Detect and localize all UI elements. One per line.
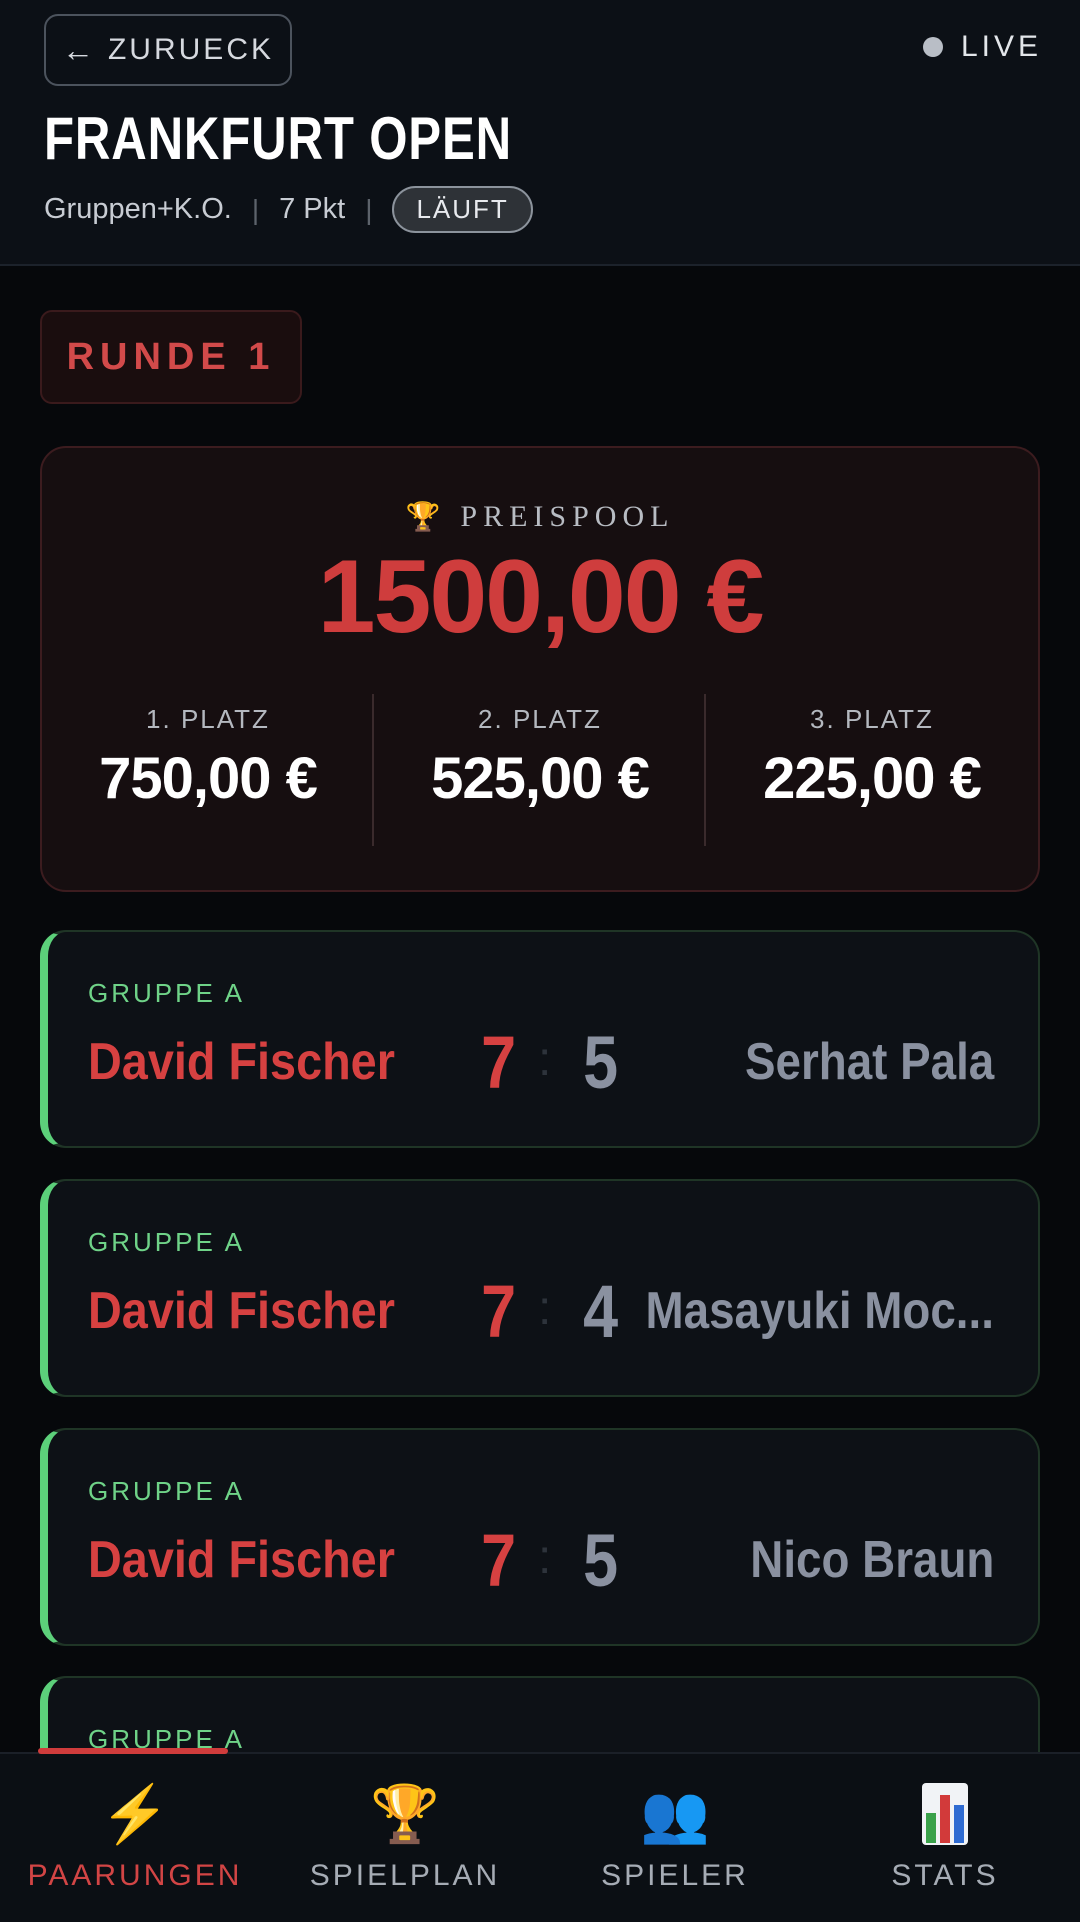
top-header: ← ZURUECK LIVE FRANKFURT OPEN Gruppen+K.… — [0, 0, 1080, 266]
place-1: 1. PLATZ 750,00 € — [42, 690, 374, 850]
nav-label: SPIELPLAN — [309, 1859, 501, 1892]
score-right: 5 — [583, 1021, 619, 1104]
bar-chart-icon — [922, 1783, 968, 1845]
score-separator: : — [538, 1282, 552, 1335]
tournament-meta: Gruppen+K.O. | 7 Pkt | LÄUFT — [44, 186, 533, 233]
active-tab-indicator — [38, 1748, 228, 1754]
nav-tab-paarungen[interactable]: ⚡ PAARUNGEN — [0, 1754, 270, 1922]
live-label: LIVE — [960, 30, 1042, 63]
group-label: GRUPPE A — [88, 1476, 245, 1506]
player-left: David Fischer — [88, 1531, 395, 1589]
place-amount: 750,00 € — [99, 746, 318, 811]
match-card[interactable]: GRUPPE A David Fischer 7 : 5 Nico Braun — [40, 1428, 1040, 1646]
prize-pool-label: PREISPOOL — [460, 500, 675, 533]
player-left: David Fischer — [88, 1033, 395, 1091]
round-selector-button[interactable]: RUNDE 1 — [40, 310, 302, 404]
score-separator: : — [538, 1033, 552, 1086]
nav-tab-spieler[interactable]: 👥 SPIELER — [540, 1754, 810, 1922]
nav-label: SPIELER — [601, 1859, 749, 1892]
nav-tab-stats[interactable]: STATS — [810, 1754, 1080, 1922]
score-separator: : — [538, 1531, 552, 1584]
prize-pool-card: 🏆 PREISPOOL 1500,00 € 1. PLATZ 750,00 € … — [40, 446, 1040, 892]
people-icon: 👥 — [640, 1782, 710, 1845]
live-dot-icon — [922, 37, 943, 57]
nav-label: STATS — [891, 1859, 999, 1892]
player-left: David Fischer — [88, 1282, 395, 1340]
tournament-mode: Gruppen+K.O. — [44, 193, 232, 225]
lightning-icon: ⚡ — [100, 1782, 170, 1845]
live-indicator: LIVE — [922, 30, 1042, 64]
place-label: 2. PLATZ — [478, 704, 602, 734]
match-card[interactable]: GRUPPE A David Fischer 7 : 5 Serhat Pala — [40, 930, 1040, 1148]
prize-pool-total: 1500,00 € — [317, 539, 765, 655]
prize-pool-header: 🏆 PREISPOOL — [42, 500, 1038, 534]
place-amount: 225,00 € — [763, 746, 982, 811]
prize-places: 1. PLATZ 750,00 € 2. PLATZ 525,00 € 3. P… — [42, 690, 1038, 850]
tournament-points: 7 Pkt — [279, 193, 346, 225]
score-left: 7 — [481, 1270, 517, 1353]
player-right: Nico Braun — [749, 1531, 994, 1589]
score-right: 4 — [583, 1270, 619, 1353]
group-label: GRUPPE A — [88, 1227, 245, 1257]
score-left: 7 — [481, 1021, 517, 1104]
trophy-icon: 🏆 — [370, 1782, 440, 1845]
back-button-label: ZURUECK — [107, 33, 274, 66]
nav-tab-spielplan[interactable]: 🏆 SPIELPLAN — [270, 1754, 540, 1922]
status-badge: LÄUFT — [392, 186, 533, 233]
arrow-left-icon: ← — [61, 31, 94, 68]
group-label: GRUPPE A — [88, 978, 245, 1008]
bottom-navigation: ⚡ PAARUNGEN 🏆 SPIELPLAN 👥 SPIELER STATS — [0, 1748, 1080, 1922]
separator: | — [365, 193, 373, 225]
page-title: FRANKFURT OPEN — [44, 105, 512, 172]
nav-label: PAARUNGEN — [27, 1859, 243, 1892]
player-right: Masayuki Moc... — [645, 1282, 994, 1340]
player-right: Serhat Pala — [744, 1033, 994, 1091]
score-left: 7 — [481, 1519, 517, 1602]
place-label: 1. PLATZ — [146, 704, 270, 734]
place-label: 3. PLATZ — [810, 704, 934, 734]
match-card[interactable]: GRUPPE A David Fischer 7 : 4 Masayuki Mo… — [40, 1179, 1040, 1397]
back-button[interactable]: ← ZURUECK — [44, 14, 292, 86]
separator: | — [251, 193, 260, 225]
place-amount: 525,00 € — [431, 746, 650, 811]
place-2: 2. PLATZ 525,00 € — [374, 690, 706, 850]
score-right: 5 — [583, 1519, 619, 1602]
place-3: 3. PLATZ 225,00 € — [706, 690, 1038, 850]
trophy-icon: 🏆 — [405, 502, 447, 533]
